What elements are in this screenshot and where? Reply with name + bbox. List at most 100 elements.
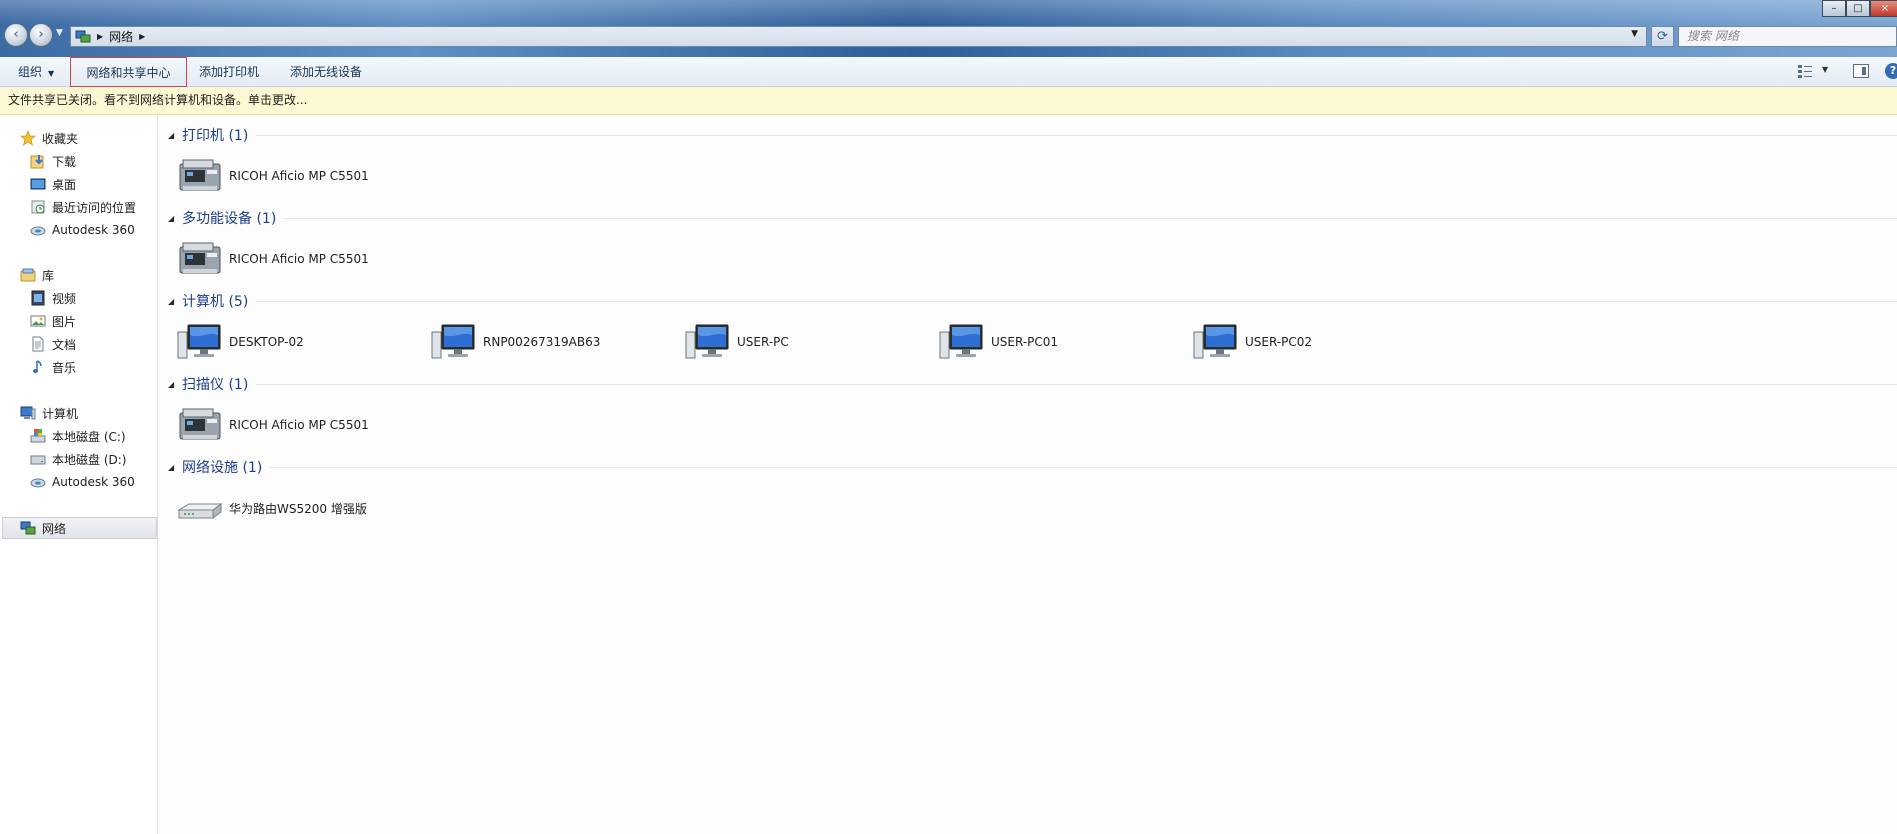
computer-icon <box>939 324 983 359</box>
refresh-button[interactable]: ⟳ <box>1651 26 1674 47</box>
group-header-printers[interactable]: ◢ 打印机 (1) <box>168 125 1897 145</box>
breadcrumb-separator-icon[interactable]: ▶ <box>97 32 103 41</box>
desktop-icon <box>30 178 46 190</box>
sidebar-network[interactable]: 网络 <box>20 518 66 538</box>
group-divider <box>284 217 1897 219</box>
group-title: 打印机 (1) <box>182 128 249 144</box>
device-item-computer[interactable]: USER-PC <box>685 322 789 362</box>
sidebar-item-label: 视频 <box>52 291 77 306</box>
add-wireless-device-button[interactable]: 添加无线设备 <box>290 57 362 87</box>
autodesk-cloud-icon <box>30 226 46 236</box>
device-item-multifunction[interactable]: RICOH Aficio MP C5501 <box>177 239 369 279</box>
view-options-chevron-icon[interactable]: ▼ <box>1822 65 1828 74</box>
add-printer-button[interactable]: 添加打印机 <box>199 57 259 87</box>
title-bar: ‹ › ▼ ▶ 网络 ▶ ▼ ⟳ 搜索 网络 – □ × <box>0 0 1897 57</box>
device-label: DESKTOP-02 <box>229 335 304 349</box>
sidebar-computer[interactable]: 计算机 <box>20 403 78 423</box>
sidebar-libraries[interactable]: 库 <box>20 265 54 285</box>
sidebar-item-label: 图片 <box>52 314 77 329</box>
group-divider <box>256 134 1897 136</box>
forward-button[interactable]: › <box>29 23 53 47</box>
router-icon <box>177 503 223 519</box>
sidebar-item-videos[interactable]: 视频 <box>30 288 76 308</box>
address-bar[interactable]: ▶ 网络 ▶ ▼ <box>70 26 1647 47</box>
address-dropdown-icon[interactable]: ▼ <box>1631 29 1638 39</box>
computer-icon <box>685 324 729 359</box>
device-item-computer[interactable]: USER-PC01 <box>939 322 1058 362</box>
collapse-triangle-icon[interactable]: ◢ <box>168 297 182 306</box>
sidebar-item-autodesk-360-drive[interactable]: Autodesk 360 <box>30 472 135 492</box>
back-button[interactable]: ‹ <box>4 23 28 47</box>
help-icon[interactable]: ? <box>1885 63 1897 79</box>
autodesk-cloud-icon <box>30 478 46 488</box>
device-item-router[interactable]: 华为路由WS5200 增强版 <box>177 488 367 528</box>
device-label: USER-PC <box>737 335 789 349</box>
organize-label: 组织 <box>18 65 43 79</box>
maximize-button[interactable]: □ <box>1846 0 1870 17</box>
sidebar-favorites-label: 收藏夹 <box>42 131 79 146</box>
device-label: USER-PC02 <box>1245 335 1313 349</box>
collapse-triangle-icon[interactable]: ◢ <box>168 463 182 472</box>
group-header-computers[interactable]: ◢ 计算机 (5) <box>168 291 1897 311</box>
computer-icon <box>1193 324 1237 359</box>
breadcrumb-network[interactable]: 网络 <box>109 28 133 45</box>
device-item-computer[interactable]: RNP00267319AB63 <box>431 322 600 362</box>
sidebar-network-label: 网络 <box>42 521 67 536</box>
device-item-computer[interactable]: USER-PC02 <box>1193 322 1312 362</box>
network-sharing-center-button[interactable]: 网络和共享中心 <box>70 57 187 87</box>
sidebar-item-pictures[interactable]: 图片 <box>30 311 76 331</box>
group-header-network-infrastructure[interactable]: ◢ 网络设施 (1) <box>168 457 1897 477</box>
collapse-triangle-icon[interactable]: ◢ <box>168 131 182 140</box>
close-button[interactable]: × <box>1870 0 1897 17</box>
sidebar-item-recent-places[interactable]: 最近访问的位置 <box>30 197 136 217</box>
sidebar-item-label: 本地磁盘 (C:) <box>52 429 126 444</box>
recent-pages-dropdown-icon[interactable]: ▼ <box>56 28 63 38</box>
sidebar-favorites[interactable]: 收藏夹 <box>20 128 78 148</box>
sidebar-item-disk-c[interactable]: 本地磁盘 (C:) <box>30 426 126 446</box>
device-label: RNP00267319AB63 <box>483 335 601 349</box>
document-icon <box>32 336 44 352</box>
organize-button[interactable]: 组织 ▼ <box>18 57 54 87</box>
group-header-multifunction[interactable]: ◢ 多功能设备 (1) <box>168 208 1897 228</box>
minimize-button[interactable]: – <box>1822 0 1846 17</box>
sidebar-item-label: 音乐 <box>52 360 77 375</box>
system-disk-icon <box>30 429 46 443</box>
group-title: 计算机 (5) <box>182 294 249 310</box>
device-label: USER-PC01 <box>991 335 1059 349</box>
sidebar-item-label: Autodesk 360 <box>52 223 135 237</box>
network-icon <box>20 521 36 535</box>
printer-icon <box>179 242 221 274</box>
device-label: 华为路由WS5200 增强版 <box>229 501 367 516</box>
sidebar-item-label: 文档 <box>52 337 77 352</box>
collapse-triangle-icon[interactable]: ◢ <box>168 380 182 389</box>
recent-places-icon <box>31 200 45 214</box>
sidebar-item-downloads[interactable]: 下载 <box>30 151 76 171</box>
change-view-icon[interactable] <box>1797 64 1813 78</box>
disk-icon <box>30 455 46 465</box>
printer-icon <box>179 408 221 440</box>
sidebar-item-music[interactable]: 音乐 <box>30 357 76 377</box>
sidebar-item-label: 桌面 <box>52 177 77 192</box>
device-item-computer[interactable]: DESKTOP-02 <box>177 322 304 362</box>
sidebar-item-documents[interactable]: 文档 <box>30 334 76 354</box>
group-divider <box>256 300 1897 302</box>
breadcrumb-separator-icon[interactable]: ▶ <box>139 32 145 41</box>
device-label: RICOH Aficio MP C5501 <box>229 252 369 266</box>
window-controls: – □ × <box>1822 0 1897 17</box>
device-item-scanner[interactable]: RICOH Aficio MP C5501 <box>177 405 369 445</box>
sidebar-item-disk-d[interactable]: 本地磁盘 (D:) <box>30 449 126 469</box>
sidebar-item-autodesk-360[interactable]: Autodesk 360 <box>30 220 135 240</box>
search-input[interactable]: 搜索 网络 <box>1678 26 1897 47</box>
device-item-printer[interactable]: RICOH Aficio MP C5501 <box>177 156 369 196</box>
collapse-triangle-icon[interactable]: ◢ <box>168 214 182 223</box>
preview-pane-icon[interactable] <box>1853 64 1869 78</box>
sidebar-item-desktop[interactable]: 桌面 <box>30 174 76 194</box>
computer-icon <box>177 324 221 359</box>
music-icon <box>33 360 42 373</box>
group-header-scanners[interactable]: ◢ 扫描仪 (1) <box>168 374 1897 394</box>
group-title: 网络设施 (1) <box>182 460 263 476</box>
info-bar[interactable]: 文件共享已关闭。看不到网络计算机和设备。单击更改... <box>0 87 1897 115</box>
sidebar-item-label: 最近访问的位置 <box>52 200 137 215</box>
group-divider <box>270 466 1897 468</box>
network-icon <box>75 30 91 42</box>
